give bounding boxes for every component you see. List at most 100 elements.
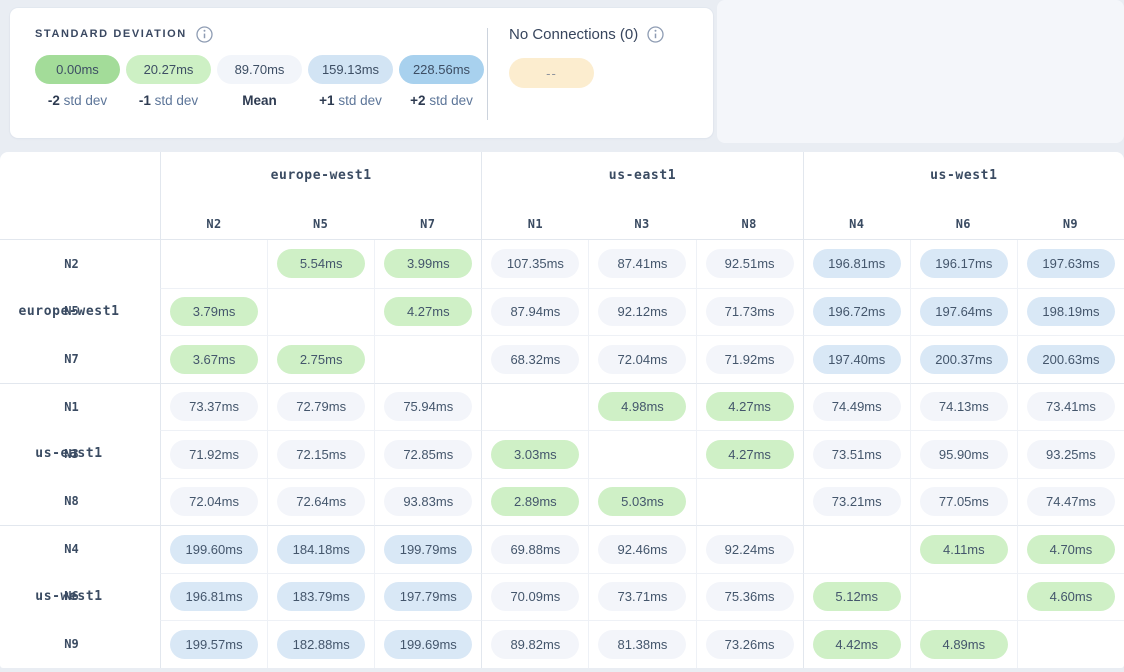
latency-pill[interactable]: 93.83ms	[384, 487, 472, 516]
latency-pill[interactable]: 72.85ms	[384, 440, 472, 469]
latency-pill[interactable]: 196.72ms	[813, 297, 901, 326]
latency-pill[interactable]: 92.24ms	[706, 535, 794, 564]
latency-pill[interactable]: 92.51ms	[706, 249, 794, 278]
no-connections-label: No Connections (0)	[509, 26, 638, 43]
latency-pill[interactable]: 73.51ms	[813, 440, 901, 469]
latency-cell: 4.98ms	[588, 383, 695, 431]
latency-pill[interactable]: 77.05ms	[920, 487, 1008, 516]
latency-pill[interactable]: 200.63ms	[1027, 345, 1115, 374]
latency-pill[interactable]: 3.99ms	[384, 249, 472, 278]
latency-pill[interactable]: 197.64ms	[920, 297, 1008, 326]
latency-pill[interactable]: 71.73ms	[706, 297, 794, 326]
latency-pill[interactable]: 93.25ms	[1027, 440, 1115, 469]
latency-cell	[910, 573, 1017, 621]
latency-pill[interactable]: 89.82ms	[491, 630, 579, 659]
legend-stop-label: Mean	[242, 93, 277, 108]
latency-pill[interactable]: 3.79ms	[170, 297, 258, 326]
latency-pill[interactable]: 3.03ms	[491, 440, 579, 469]
latency-pill[interactable]: 183.79ms	[277, 582, 365, 611]
latency-pill[interactable]: 74.13ms	[920, 392, 1008, 421]
legend-stops: 0.00ms-2 std dev20.27ms-1 std dev89.70ms…	[35, 55, 462, 108]
latency-pill[interactable]: 95.90ms	[920, 440, 1008, 469]
latency-pill[interactable]: 199.69ms	[384, 630, 472, 659]
latency-pill[interactable]: 4.27ms	[706, 392, 794, 421]
latency-pill[interactable]: 197.40ms	[813, 345, 901, 374]
latency-pill[interactable]: 3.67ms	[170, 345, 258, 374]
latency-pill[interactable]: 73.37ms	[170, 392, 258, 421]
latency-pill[interactable]: 182.88ms	[277, 630, 365, 659]
latency-pill[interactable]: 69.88ms	[491, 535, 579, 564]
latency-cell: 73.41ms	[1017, 383, 1124, 431]
latency-pill[interactable]: 197.79ms	[384, 582, 472, 611]
latency-pill[interactable]: 92.12ms	[598, 297, 686, 326]
latency-cell: 71.92ms	[160, 430, 267, 478]
latency-pill[interactable]: 92.46ms	[598, 535, 686, 564]
node-column-header: N9	[1017, 208, 1124, 240]
latency-pill[interactable]: 4.27ms	[706, 440, 794, 469]
latency-pill[interactable]: 87.41ms	[598, 249, 686, 278]
latency-pill[interactable]: 72.79ms	[277, 392, 365, 421]
latency-pill[interactable]: 2.75ms	[277, 345, 365, 374]
latency-pill[interactable]: 4.89ms	[920, 630, 1008, 659]
latency-pill[interactable]: 68.32ms	[491, 345, 579, 374]
latency-cell: 196.72ms	[803, 288, 910, 336]
latency-pill[interactable]: 71.92ms	[170, 440, 258, 469]
latency-pill[interactable]: 196.17ms	[920, 249, 1008, 278]
latency-pill[interactable]: 197.63ms	[1027, 249, 1115, 278]
latency-pill[interactable]: 72.64ms	[277, 487, 365, 516]
latency-pill[interactable]: 72.04ms	[170, 487, 258, 516]
node-row-label: N2	[64, 257, 78, 271]
legend-stop: 89.70ms Mean	[217, 55, 302, 108]
latency-cell: 81.38ms	[588, 620, 695, 668]
latency-pill[interactable]: 200.37ms	[920, 345, 1008, 374]
region-row-label: us-east1	[0, 446, 138, 461]
latency-pill[interactable]: 5.54ms	[277, 249, 365, 278]
latency-pill[interactable]: 4.11ms	[920, 535, 1008, 564]
latency-cell: 2.75ms	[267, 335, 374, 383]
latency-pill[interactable]: 4.98ms	[598, 392, 686, 421]
latency-pill[interactable]: 73.41ms	[1027, 392, 1115, 421]
latency-pill[interactable]: 75.94ms	[384, 392, 472, 421]
node-row-label: N4	[64, 542, 78, 556]
latency-pill[interactable]: 199.60ms	[170, 535, 258, 564]
latency-pill[interactable]: 199.79ms	[384, 535, 472, 564]
latency-pill[interactable]: 4.60ms	[1027, 582, 1115, 611]
latency-pill[interactable]: 72.15ms	[277, 440, 365, 469]
latency-pill[interactable]: 87.94ms	[491, 297, 579, 326]
latency-pill[interactable]: 81.38ms	[598, 630, 686, 659]
latency-cell: 89.82ms	[481, 620, 588, 668]
latency-pill[interactable]: 75.36ms	[706, 582, 794, 611]
latency-pill[interactable]: 5.12ms	[813, 582, 901, 611]
latency-pill[interactable]: 4.42ms	[813, 630, 901, 659]
latency-pill[interactable]: 107.35ms	[491, 249, 579, 278]
latency-cell: 73.71ms	[588, 573, 695, 621]
legend-stop-pill: 89.70ms	[217, 55, 302, 84]
latency-pill[interactable]: 74.49ms	[813, 392, 901, 421]
latency-pill[interactable]: 196.81ms	[170, 582, 258, 611]
latency-pill[interactable]: 74.47ms	[1027, 487, 1115, 516]
latency-pill[interactable]: 198.19ms	[1027, 297, 1115, 326]
latency-pill[interactable]: 73.26ms	[706, 630, 794, 659]
latency-pill[interactable]: 184.18ms	[277, 535, 365, 564]
info-icon[interactable]	[196, 26, 213, 43]
latency-pill[interactable]: 2.89ms	[491, 487, 579, 516]
info-icon[interactable]	[647, 26, 664, 43]
latency-cell: 197.63ms	[1017, 240, 1124, 288]
row-label: us-east1N3	[0, 430, 160, 478]
latency-pill[interactable]: 4.70ms	[1027, 535, 1115, 564]
latency-pill[interactable]: 199.57ms	[170, 630, 258, 659]
latency-cell: 4.27ms	[696, 430, 803, 478]
latency-pill[interactable]: 196.81ms	[813, 249, 901, 278]
latency-pill[interactable]: 70.09ms	[491, 582, 579, 611]
node-column-header: N8	[696, 208, 803, 240]
legend-stop: 228.56ms+2 std dev	[399, 55, 484, 108]
row-label: N7	[0, 335, 160, 383]
latency-pill[interactable]: 73.21ms	[813, 487, 901, 516]
latency-pill[interactable]: 71.92ms	[706, 345, 794, 374]
legend-stop-pill: 20.27ms	[126, 55, 211, 84]
latency-pill[interactable]: 73.71ms	[598, 582, 686, 611]
latency-pill[interactable]: 72.04ms	[598, 345, 686, 374]
latency-pill[interactable]: 5.03ms	[598, 487, 686, 516]
latency-pill[interactable]: 4.27ms	[384, 297, 472, 326]
latency-cell: 5.03ms	[588, 478, 695, 526]
